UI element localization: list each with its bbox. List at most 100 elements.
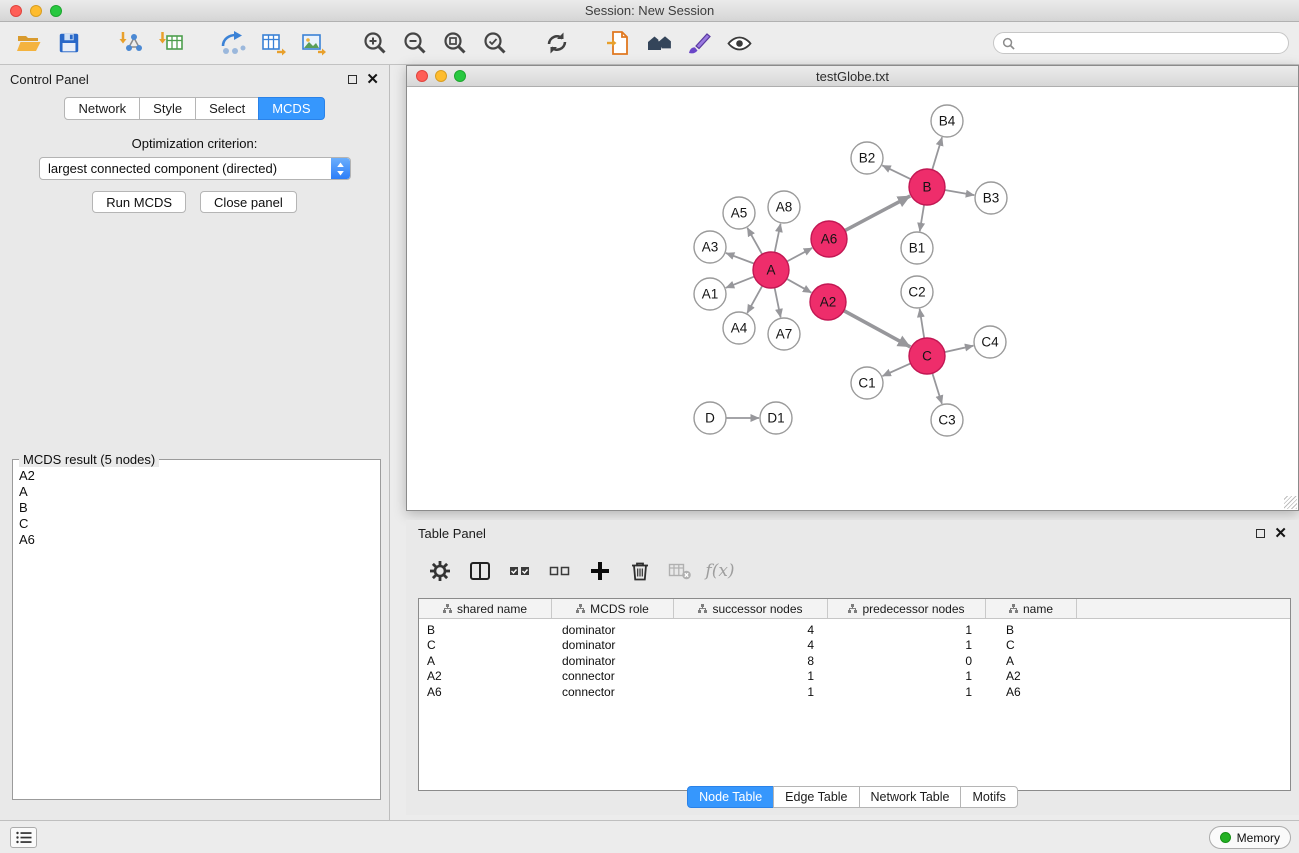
tab-motifs[interactable]: Motifs (960, 786, 1017, 808)
float-panel-icon[interactable] (348, 75, 357, 84)
tab-style[interactable]: Style (139, 97, 196, 120)
edge-A-A6[interactable] (787, 248, 812, 262)
node-B3[interactable]: B3 (975, 182, 1007, 214)
node-A3[interactable]: A3 (694, 231, 726, 263)
close-panel-icon[interactable]: ✕ (366, 72, 379, 87)
node-C1[interactable]: C1 (851, 367, 883, 399)
network-zoom-button[interactable] (454, 70, 466, 82)
table-settings-button[interactable] (428, 559, 452, 583)
edge-B-B4[interactable] (932, 137, 942, 170)
table-row-A[interactable]: Adominator80A (419, 653, 1290, 669)
tab-network-table[interactable]: Network Table (859, 786, 962, 808)
delete-table-button[interactable] (668, 559, 692, 583)
close-panel-button[interactable]: Close panel (200, 191, 297, 213)
column-header-name[interactable]: name (986, 599, 1077, 618)
node-C2[interactable]: C2 (901, 276, 933, 308)
column-header-predecessor-nodes[interactable]: predecessor nodes (828, 599, 986, 618)
add-row-button[interactable] (588, 559, 612, 583)
node-table[interactable]: shared nameMCDS rolesuccessor nodesprede… (418, 598, 1291, 791)
network-window-titlebar[interactable]: testGlobe.txt (407, 66, 1298, 87)
zoom-window-button[interactable] (50, 5, 62, 17)
mcds-result-item[interactable]: A (19, 484, 374, 500)
zoom-selected-button[interactable] (480, 27, 510, 59)
tab-mcds[interactable]: MCDS (258, 97, 324, 120)
edge-A-A3[interactable] (726, 253, 754, 264)
edge-B-B1[interactable] (920, 205, 924, 231)
run-mcds-button[interactable]: Run MCDS (92, 191, 186, 213)
node-B1[interactable]: B1 (901, 232, 933, 264)
edge-A-A1[interactable] (726, 277, 754, 288)
task-history-button[interactable] (10, 827, 37, 848)
edge-C-C1[interactable] (883, 363, 911, 376)
save-session-button[interactable] (54, 27, 84, 59)
edge-A2-C[interactable] (844, 311, 911, 347)
zoom-out-button[interactable] (400, 27, 430, 59)
column-header-successor-nodes[interactable]: successor nodes (674, 599, 828, 618)
show-hide-button[interactable] (724, 27, 754, 59)
node-A8[interactable]: A8 (768, 191, 800, 223)
tab-edge-table[interactable]: Edge Table (773, 786, 859, 808)
tab-network[interactable]: Network (64, 97, 140, 120)
float-table-panel-icon[interactable] (1256, 529, 1265, 538)
zoom-fit-button[interactable] (440, 27, 470, 59)
network-graph[interactable]: B4B2BB3A5A8A6A3B1AC2A1A2A4A7C4CC1DD1C3 (407, 87, 1298, 510)
table-row-A2[interactable]: A2connector11A2 (419, 669, 1290, 685)
column-header-shared-name[interactable]: shared name (419, 599, 552, 618)
edge-C-C2[interactable] (920, 309, 925, 338)
criterion-dropdown[interactable]: largest connected component (directed) (39, 157, 351, 180)
mcds-result-item[interactable]: A6 (19, 532, 374, 548)
edge-A-A5[interactable] (747, 228, 762, 254)
search-input[interactable] (1020, 36, 1280, 50)
node-B2[interactable]: B2 (851, 142, 883, 174)
close-window-button[interactable] (10, 5, 22, 17)
memory-button[interactable]: Memory (1209, 826, 1291, 849)
refresh-view-button[interactable] (542, 27, 572, 59)
mcds-result-item[interactable]: A2 (19, 468, 374, 484)
export-table-button[interactable] (258, 27, 288, 59)
toolbar-search[interactable] (993, 32, 1289, 54)
mcds-result-item[interactable]: C (19, 516, 374, 532)
node-B4[interactable]: B4 (931, 105, 963, 137)
node-A1[interactable]: A1 (694, 278, 726, 310)
edge-C-C4[interactable] (945, 346, 974, 352)
edge-A-A7[interactable] (775, 288, 781, 318)
node-A7[interactable]: A7 (768, 318, 800, 350)
home-button[interactable] (644, 27, 674, 59)
node-A4[interactable]: A4 (723, 312, 755, 344)
minimize-window-button[interactable] (30, 5, 42, 17)
node-D1[interactable]: D1 (760, 402, 792, 434)
edge-C-C3[interactable] (932, 373, 942, 404)
function-builder-button[interactable]: f(x) (708, 559, 732, 583)
document-button[interactable] (604, 27, 634, 59)
node-C3[interactable]: C3 (931, 404, 963, 436)
close-table-panel-icon[interactable]: ✕ (1274, 526, 1287, 541)
import-table-button[interactable] (156, 27, 186, 59)
table-row-B[interactable]: Bdominator41B (419, 622, 1290, 638)
zoom-in-button[interactable] (360, 27, 390, 59)
edge-A-A2[interactable] (787, 279, 812, 293)
mcds-result-item[interactable]: B (19, 500, 374, 516)
node-D[interactable]: D (694, 402, 726, 434)
open-session-button[interactable] (14, 27, 44, 59)
tab-node-table[interactable]: Node Table (687, 786, 774, 808)
delete-row-button[interactable] (628, 559, 652, 583)
select-all-button[interactable] (508, 559, 532, 583)
insert-column-button[interactable] (468, 559, 492, 583)
node-C[interactable]: C (909, 338, 945, 374)
import-network-button[interactable] (116, 27, 146, 59)
resize-grip[interactable] (1284, 496, 1297, 509)
network-minimize-button[interactable] (435, 70, 447, 82)
unselect-all-button[interactable] (548, 559, 572, 583)
export-image-button[interactable] (298, 27, 328, 59)
edge-B-B3[interactable] (945, 190, 975, 195)
table-row-A6[interactable]: A6connector11A6 (419, 684, 1290, 700)
edge-A6-B[interactable] (845, 196, 910, 231)
network-canvas[interactable]: B4B2BB3A5A8A6A3B1AC2A1A2A4A7C4CC1DD1C3 (407, 87, 1298, 510)
edge-A-A8[interactable] (775, 224, 781, 253)
tab-select[interactable]: Select (195, 97, 259, 120)
table-row-C[interactable]: Cdominator41C (419, 638, 1290, 654)
node-A[interactable]: A (753, 252, 789, 288)
style-brush-button[interactable] (684, 27, 714, 59)
edge-A-A4[interactable] (747, 286, 762, 313)
node-C4[interactable]: C4 (974, 326, 1006, 358)
